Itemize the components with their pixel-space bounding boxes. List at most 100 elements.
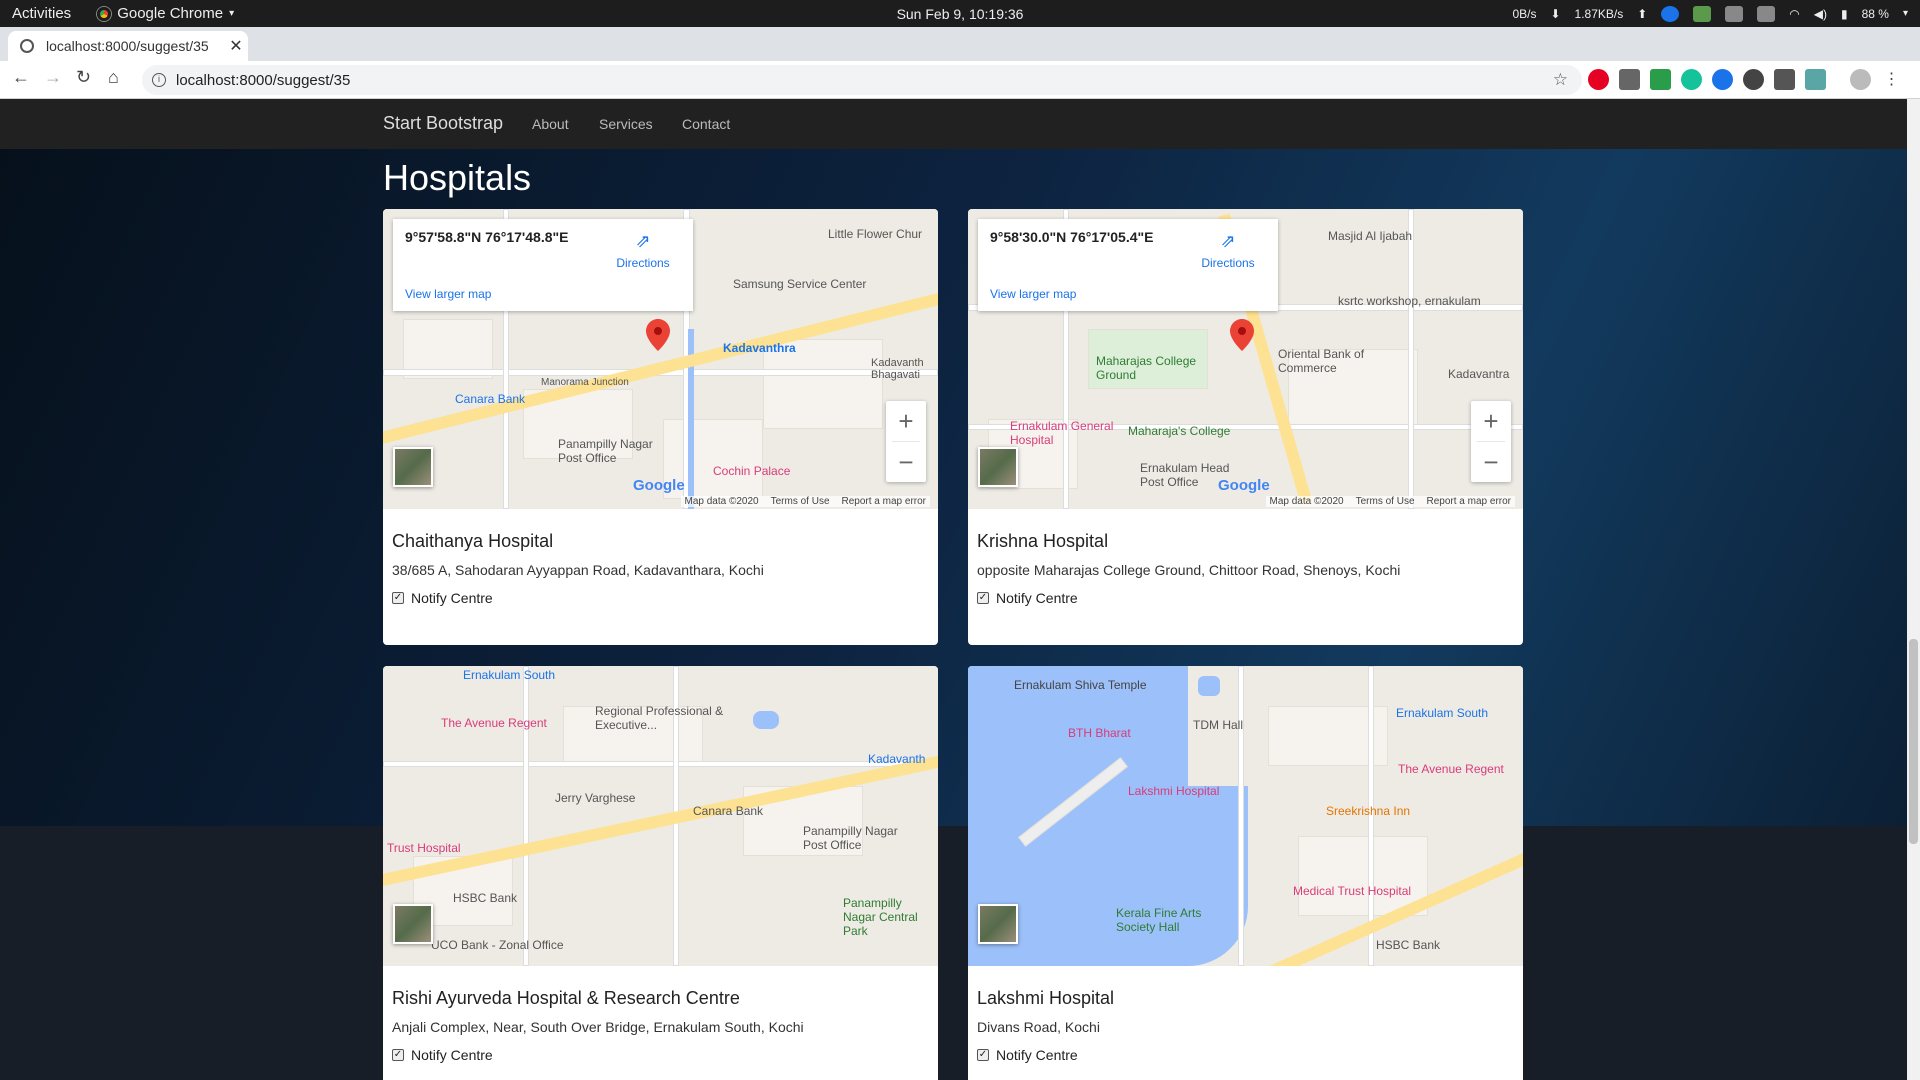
volume-icon[interactable]: ◀)	[1814, 7, 1827, 21]
download-arrow-icon: ⬇	[1550, 6, 1561, 21]
navbar-brand[interactable]: Start Bootstrap	[383, 113, 503, 134]
card-body: Rishi Ayurveda Hospital & Research Centr…	[383, 966, 938, 1063]
hospital-name: Chaithanya Hospital	[392, 531, 554, 551]
zoom-out-button[interactable]: −	[1471, 442, 1511, 482]
checkbox-checked-icon[interactable]: ✓	[392, 592, 404, 604]
forward-arrow-icon[interactable]: →	[44, 67, 62, 88]
grammarly-icon[interactable]	[1681, 69, 1702, 90]
checkbox-checked-icon[interactable]: ✓	[977, 1049, 989, 1061]
zoom-controls: + −	[886, 401, 926, 482]
zoom-in-button[interactable]: +	[1471, 401, 1511, 441]
map-road	[523, 666, 529, 966]
pinterest-icon[interactable]	[1588, 69, 1609, 90]
browser-toolbar: ← → ↻ ⌂ i localhost:8000/suggest/35 ☆ ⋮	[0, 61, 1920, 99]
terms-link[interactable]: Terms of Use	[771, 496, 830, 507]
map-attribution: Map data ©2020 Terms of Use Report a map…	[680, 496, 930, 507]
page-background-lower	[0, 826, 1907, 1080]
map-label: Kadavantra	[1448, 367, 1510, 381]
zoom-out-button[interactable]: −	[886, 442, 926, 482]
shield-icon[interactable]	[1693, 5, 1712, 22]
c-ext-icon[interactable]	[1712, 69, 1733, 90]
browser-tab[interactable]: localhost:8000/suggest/35 ✕	[8, 31, 248, 61]
wifi-icon[interactable]: ◠	[1789, 7, 1799, 21]
map-label: Ernakulam South	[1396, 706, 1489, 720]
directions-label: Directions	[1201, 256, 1255, 270]
map-coordinates: 9°58'30.0"N 76°17'05.4"E	[990, 229, 1154, 245]
chevron-down-icon[interactable]: ▾	[1903, 8, 1908, 19]
page-globe-icon	[20, 39, 34, 53]
map-label: Jerry Varghese	[555, 791, 636, 805]
checkbox-checked-icon[interactable]: ✓	[392, 1049, 404, 1061]
net-up-rate: 1.87KB/s	[1574, 6, 1624, 21]
reader-icon[interactable]	[1619, 69, 1640, 90]
notify-centre-checkbox[interactable]: ✓ Notify Centre	[392, 1047, 929, 1063]
nav-about[interactable]: About	[532, 116, 569, 132]
system-tray[interactable]: 0B/s ⬇ 1.87KB/s ⬆ ◠ ◀) ▮ 88 % ▾	[1512, 0, 1908, 27]
indicator-icon[interactable]	[1725, 5, 1744, 22]
map-embed[interactable]: Maharajas College Ground Maharaja's Coll…	[968, 209, 1523, 509]
notify-label: Notify Centre	[996, 590, 1078, 606]
map-embed[interactable]: Ernakulam South The Avenue Regent Region…	[383, 666, 938, 966]
map-label: HSBC Bank	[1376, 938, 1441, 952]
map-embed[interactable]: Kadavanthra Canara Bank Panampilly Nagar…	[383, 209, 938, 509]
map-label: Regional Professional & Executive...	[595, 704, 724, 732]
teamviewer-icon[interactable]	[1661, 5, 1680, 22]
report-error-link[interactable]: Report a map error	[1427, 496, 1511, 507]
location-pin-icon[interactable]	[646, 319, 670, 351]
profile-avatar-icon[interactable]	[1850, 69, 1871, 90]
reload-icon[interactable]: ↻	[76, 67, 91, 88]
back-arrow-icon[interactable]: ←	[12, 67, 30, 88]
bookmark-star-icon[interactable]: ☆	[1553, 70, 1568, 90]
card-body: Chaithanya Hospital 38/685 A, Sahodaran …	[383, 509, 938, 606]
tab-title: localhost:8000/suggest/35	[46, 38, 209, 54]
card-body: Krishna Hospital opposite Maharajas Coll…	[968, 509, 1523, 606]
view-larger-map-link[interactable]: View larger map	[405, 287, 491, 301]
map-label: Ernakulam South	[463, 668, 556, 682]
nav-services[interactable]: Services	[599, 116, 653, 132]
terms-link[interactable]: Terms of Use	[1356, 496, 1415, 507]
menu-kebab-icon[interactable]: ⋮	[1881, 69, 1902, 90]
notify-centre-checkbox[interactable]: ✓ Notify Centre	[977, 590, 1514, 606]
directions-button[interactable]: ⇗ Directions	[1193, 231, 1263, 270]
location-pin-icon[interactable]	[1230, 319, 1254, 351]
notify-centre-checkbox[interactable]: ✓ Notify Centre	[392, 590, 929, 606]
json-ext-icon[interactable]	[1774, 69, 1795, 90]
report-error-link[interactable]: Report a map error	[842, 496, 926, 507]
nav-contact[interactable]: Contact	[682, 116, 730, 132]
close-tab-icon[interactable]: ✕	[224, 36, 248, 56]
system-top-bar: Activities Google Chrome ▾ Sun Feb 9, 10…	[0, 0, 1920, 27]
hospital-name: Lakshmi Hospital	[977, 988, 1115, 1008]
satellite-toggle[interactable]	[393, 904, 433, 944]
home-icon[interactable]: ⌂	[108, 67, 119, 88]
page-scrollbar[interactable]	[1907, 99, 1920, 1080]
app-menu[interactable]: Google Chrome ▾	[97, 5, 234, 22]
s-ext-icon[interactable]	[1805, 69, 1826, 90]
directions-button[interactable]: ⇗ Directions	[608, 231, 678, 270]
page-title: Hospitals	[383, 157, 532, 198]
zoom-in-button[interactable]: +	[886, 401, 926, 441]
hospital-address: Divans Road, Kochi	[977, 1019, 1100, 1035]
satellite-toggle[interactable]	[978, 447, 1018, 487]
directions-icon: ⇗	[1220, 231, 1236, 251]
notify-centre-checkbox[interactable]: ✓ Notify Centre	[977, 1047, 1514, 1063]
checkbox-checked-icon[interactable]: ✓	[977, 592, 989, 604]
satellite-toggle[interactable]	[393, 447, 433, 487]
download-ext-icon[interactable]	[1650, 69, 1671, 90]
tab-strip: localhost:8000/suggest/35 ✕ + — ❐ ✕	[0, 27, 1920, 82]
view-larger-map-link[interactable]: View larger map	[990, 287, 1076, 301]
map-road	[1408, 209, 1414, 509]
dollar-ext-icon[interactable]	[1743, 69, 1764, 90]
address-bar[interactable]: i localhost:8000/suggest/35 ☆	[142, 65, 1582, 95]
hospital-card: Kadavanthra Canara Bank Panampilly Nagar…	[383, 209, 938, 645]
map-label: Little Flower Chur	[828, 227, 923, 241]
activities-button[interactable]: Activities	[12, 5, 71, 22]
chevron-down-icon: ▾	[229, 8, 235, 19]
map-embed[interactable]: Ernakulam Shiva Temple TDM Hall BTH Bhar…	[968, 666, 1523, 966]
satellite-toggle[interactable]	[978, 904, 1018, 944]
cloud-icon[interactable]	[1757, 5, 1776, 22]
upload-arrow-icon: ⬆	[1637, 6, 1648, 21]
url-text[interactable]: localhost:8000/suggest/35	[176, 72, 350, 89]
site-info-icon[interactable]: i	[152, 73, 166, 87]
map-label: Sreekrishna Inn	[1326, 804, 1411, 818]
scrollbar-thumb[interactable]	[1909, 639, 1918, 844]
